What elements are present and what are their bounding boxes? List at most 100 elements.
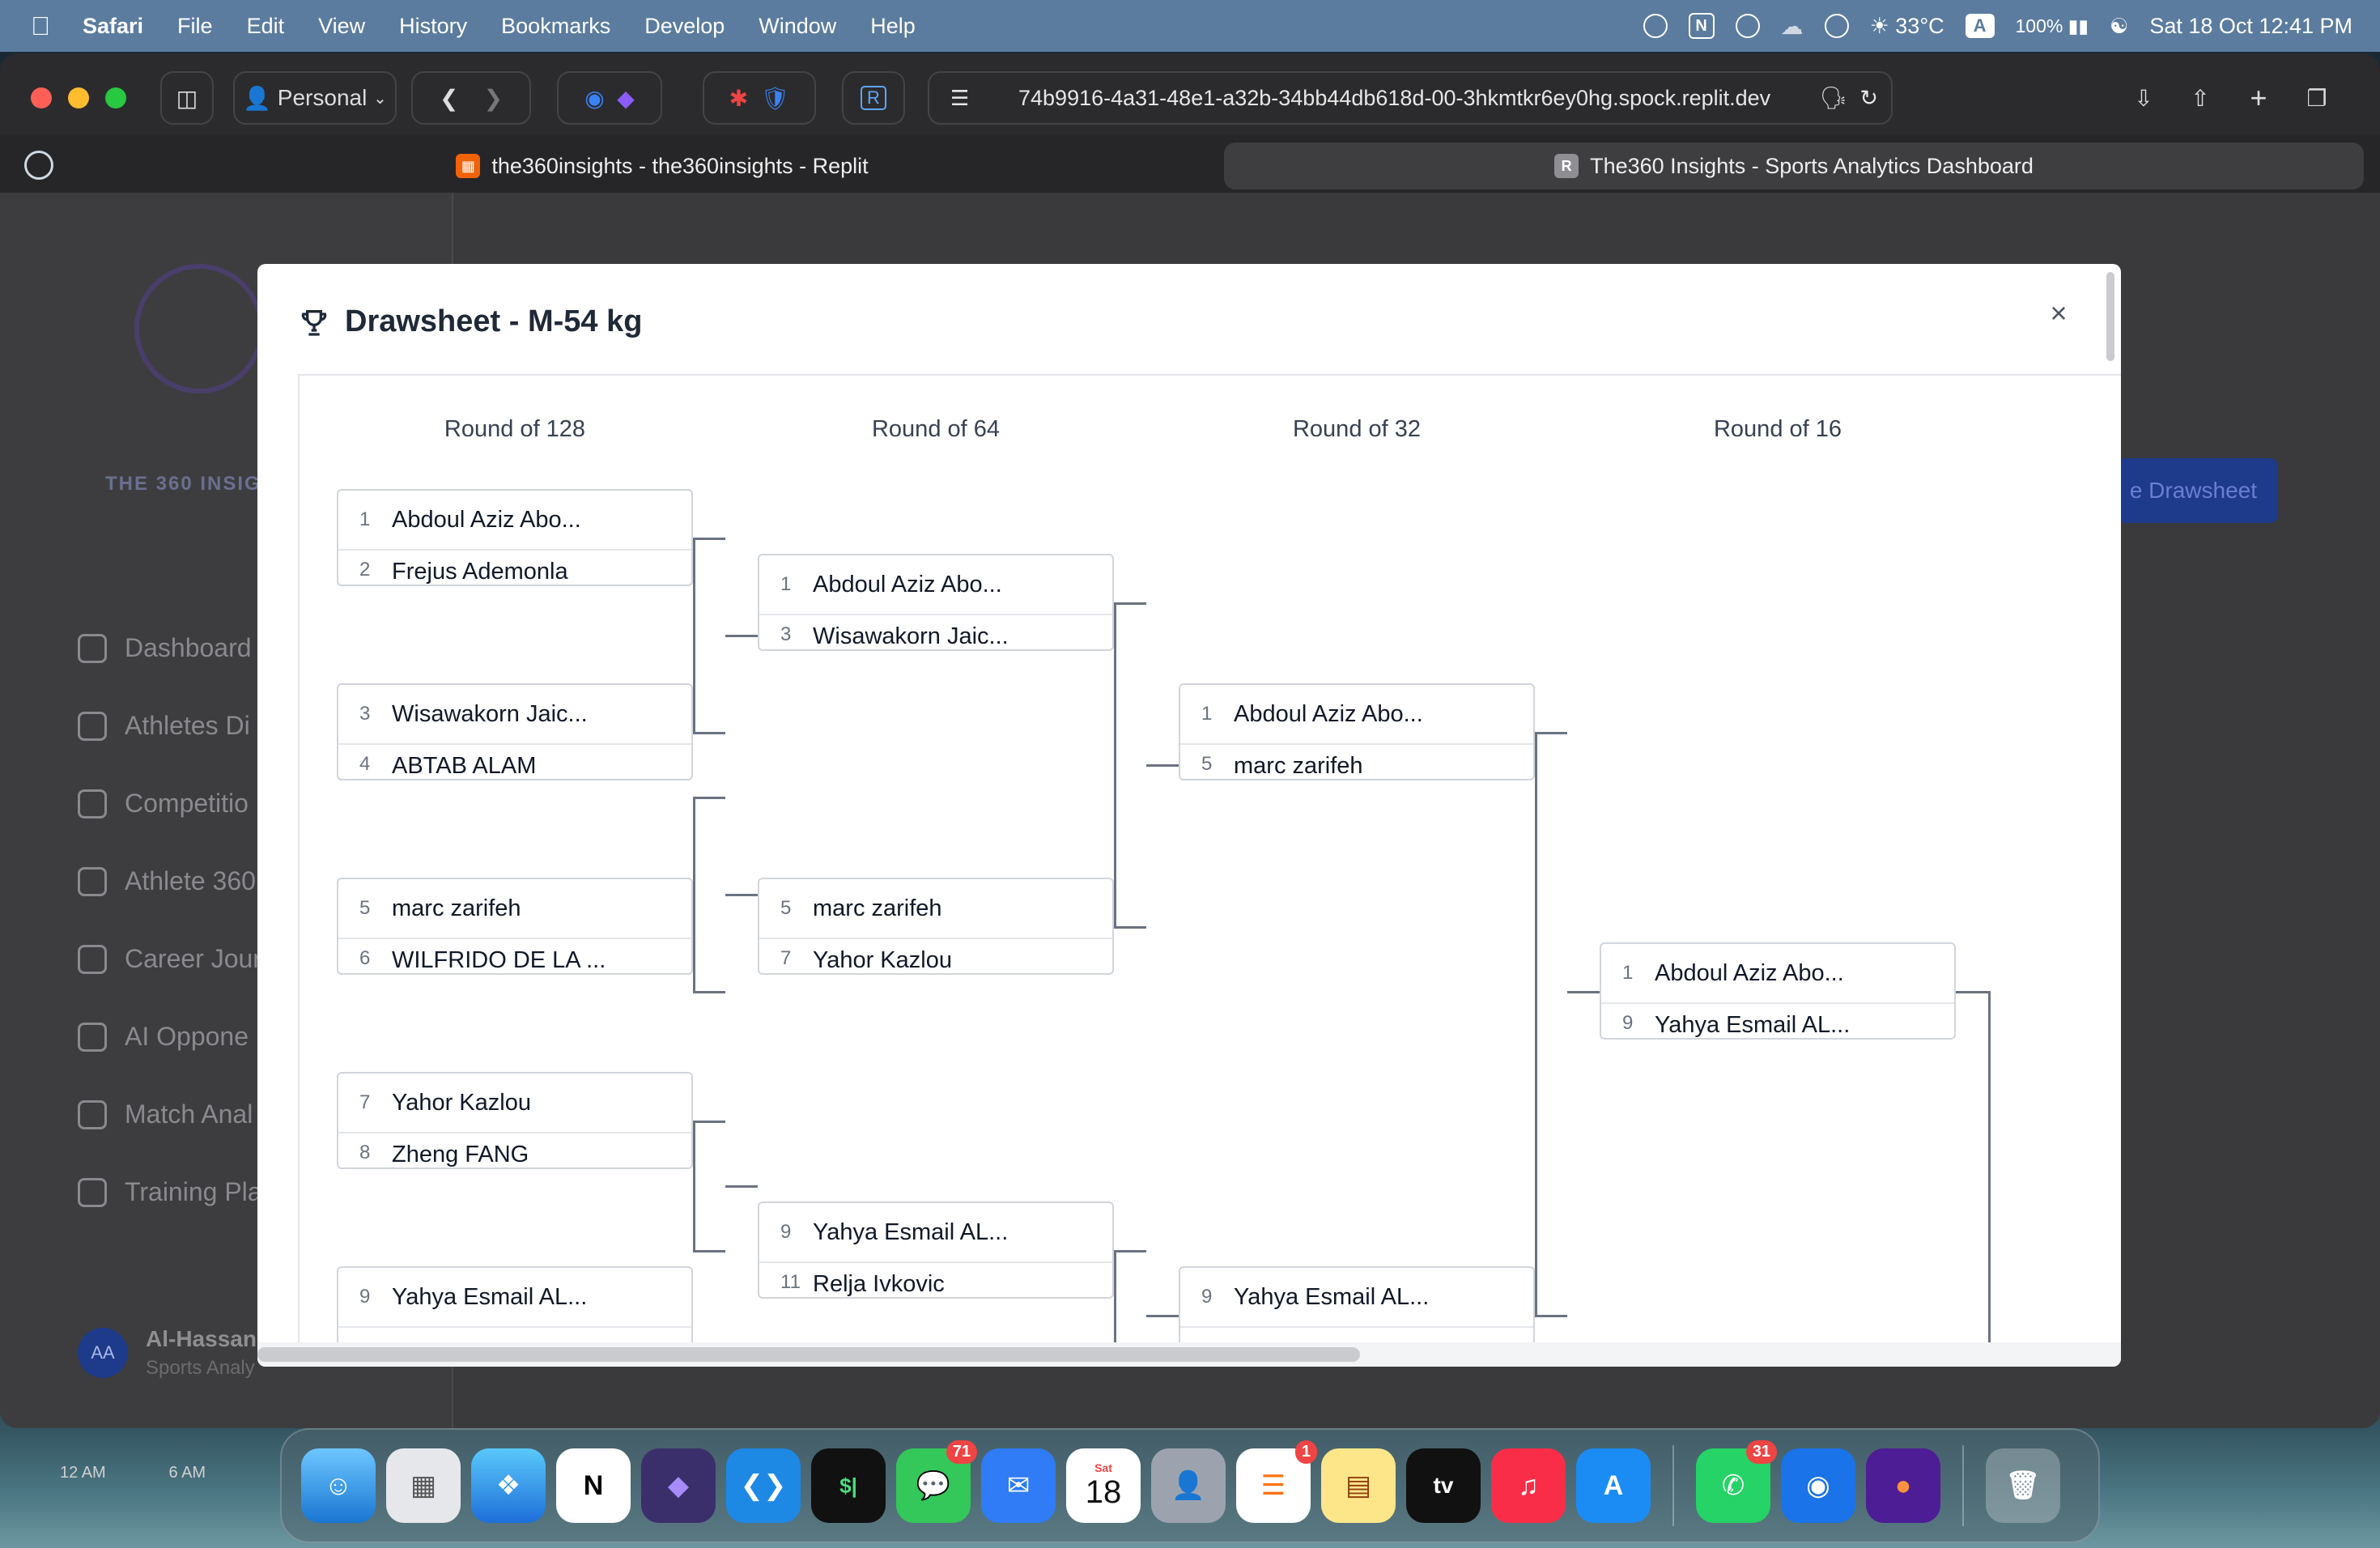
contacts-icon[interactable]: 👤	[1151, 1448, 1226, 1523]
music-icon[interactable]: ♫	[1491, 1448, 1566, 1523]
competitor-row[interactable]: 1 Abdoul Aziz Abo...	[759, 555, 1112, 615]
nav-competitions[interactable]: Competitio	[78, 789, 249, 819]
messages-icon[interactable]: 💬 71	[896, 1440, 977, 1523]
match-card[interactable]: 1 Abdoul Aziz Abo... 3 Wisawakorn Jaic..…	[758, 554, 1114, 651]
input-source-badge[interactable]: A	[1965, 14, 1995, 38]
r-extension-icon[interactable]: R	[842, 71, 905, 125]
match-card[interactable]: 1 Abdoul Aziz Abo... 5 marc zarifeh	[1179, 683, 1535, 780]
bug-extension-icon[interactable]: ✱	[729, 85, 748, 112]
competitor-row[interactable]: 2 Frejus Ademonla	[338, 551, 691, 586]
translate-icon[interactable]: 🗣	[1820, 85, 1847, 111]
competitor-row[interactable]: 5 marc zarifeh	[338, 879, 691, 939]
nav-training[interactable]: Training Pla	[78, 1177, 262, 1207]
trash-icon[interactable]: 🗑	[1986, 1448, 2060, 1523]
terminal-icon[interactable]: $|	[811, 1448, 886, 1523]
competitor-row[interactable]: 1 Abdoul Aziz Abo...	[338, 491, 691, 551]
tab-overview-icon[interactable]: ❐	[2294, 71, 2340, 125]
match-card[interactable]: 1 Abdoul Aziz Abo... 9 Yahya Esmail AL..…	[1600, 942, 1956, 1040]
firefox-icon[interactable]: ●	[1866, 1448, 1940, 1523]
tab-replit[interactable]: ▦ the360insights - the360insights - Repli…	[73, 142, 1252, 189]
scrollbar-thumb[interactable]	[257, 1347, 1360, 1362]
nav-ai-opponent[interactable]: AI Oppone	[78, 1022, 249, 1052]
competitor-row[interactable]: 5 marc zarifeh	[1180, 745, 1533, 780]
menu-develop[interactable]: Develop	[644, 14, 725, 39]
forward-icon[interactable]: ❯	[484, 85, 503, 112]
share-icon[interactable]: ⇧	[2178, 71, 2223, 125]
accessibility-icon[interactable]	[1643, 14, 1668, 38]
competitor-row[interactable]: 3 Wisawakorn Jaic...	[759, 615, 1112, 651]
new-tab-icon[interactable]: +	[2236, 71, 2281, 125]
reload-icon[interactable]: ↻	[1859, 86, 1878, 111]
competitor-row[interactable]: 3 Wisawakorn Jaic...	[338, 685, 691, 745]
tab-group-icon[interactable]	[24, 151, 53, 180]
match-card[interactable]: 7 Yahor Kazlou 8 Zheng FANG	[337, 1072, 693, 1169]
finder-icon[interactable]: ☺	[301, 1448, 376, 1523]
calendar-icon[interactable]: Sat 18	[1066, 1448, 1141, 1523]
competitor-row[interactable]: 9 Yahya Esmail AL...	[1601, 1004, 1954, 1040]
competitor-row[interactable]: 1 Abdoul Aziz Abo...	[1180, 685, 1533, 745]
menu-view[interactable]: View	[318, 14, 365, 39]
menu-file[interactable]: File	[177, 14, 213, 39]
vscode-icon[interactable]: ❮❯	[726, 1448, 801, 1523]
menu-window[interactable]: Window	[759, 14, 836, 39]
profile-button[interactable]: 👤 Personal ⌄	[233, 71, 397, 125]
notion-icon[interactable]: N	[1688, 13, 1715, 39]
minimize-window-button[interactable]	[68, 87, 89, 108]
reminders-icon[interactable]: ☰ 1	[1236, 1440, 1317, 1523]
competitor-row[interactable]: 7 Yahor Kazlou	[338, 1074, 691, 1133]
zoom-window-button[interactable]	[105, 87, 126, 108]
competitor-row[interactable]: 9 Yahya Esmail AL...	[1180, 1268, 1533, 1328]
match-card[interactable]: 5 marc zarifeh 6 WILFRIDO DE LA ...	[337, 878, 693, 975]
cloud-icon[interactable]: ☁	[1781, 13, 1804, 40]
play-icon[interactable]	[1824, 14, 1849, 38]
vertical-scrollbar[interactable]	[2106, 272, 2114, 361]
competitor-row[interactable]: 4 ABTAB ALAM	[338, 745, 691, 780]
control-center-icon[interactable]: ☯	[2110, 14, 2128, 39]
tab-dashboard[interactable]: R The360 Insights - Sports Analytics Dash…	[1224, 142, 2364, 189]
match-card[interactable]: 1 Abdoul Aziz Abo... 2 Frejus Ademonla	[337, 489, 693, 586]
whatsapp-icon[interactable]: ✆ 31	[1696, 1440, 1777, 1523]
competitor-row[interactable]: 11 Relja Ivkovic	[759, 1263, 1112, 1299]
nav-athletes[interactable]: Athletes Di	[78, 711, 250, 741]
shield-extension-icon[interactable]: 🛡	[761, 85, 790, 112]
weather-widget[interactable]: ☀ 33°C	[1870, 14, 1944, 39]
sidebar-toggle-icon[interactable]: ◫	[160, 71, 214, 125]
menu-history[interactable]: History	[399, 14, 467, 39]
competitor-row[interactable]: 9 Yahya Esmail AL...	[338, 1268, 691, 1328]
back-icon[interactable]: ❮	[440, 85, 458, 112]
competitor-row[interactable]: 9 Yahya Esmail AL...	[759, 1203, 1112, 1263]
mail-icon[interactable]: ✉	[981, 1448, 1056, 1523]
obsidian-extension-icon[interactable]: ◆	[617, 85, 635, 112]
nav-athlete-360[interactable]: Athlete 360	[78, 866, 256, 896]
match-card[interactable]: 5 marc zarifeh 7 Yahor Kazlou	[758, 878, 1114, 975]
onepassword-icon[interactable]: ◉	[1781, 1448, 1855, 1523]
competitor-row[interactable]: 8 Zheng FANG	[338, 1133, 691, 1169]
competitor-row[interactable]: 1 Abdoul Aziz Abo...	[1601, 944, 1954, 1004]
notion-icon[interactable]: N	[556, 1448, 631, 1523]
battery-status[interactable]: 100% ▮▮	[2016, 15, 2089, 37]
close-modal-button[interactable]: ×	[2038, 293, 2079, 334]
clock[interactable]: Sat 18 Oct 12:41 PM	[2149, 14, 2352, 39]
obsidian-icon[interactable]: ◆	[641, 1448, 716, 1523]
competitor-row[interactable]: 7 Yahor Kazlou	[759, 939, 1112, 975]
safari-icon[interactable]: ❖	[471, 1448, 546, 1523]
app-store-icon[interactable]: A	[1576, 1448, 1651, 1523]
menu-app-name[interactable]: Safari	[83, 14, 143, 39]
menu-bookmarks[interactable]: Bookmarks	[501, 14, 610, 39]
launchpad-icon[interactable]: ▦	[386, 1448, 461, 1523]
circle-status-icon[interactable]	[1735, 14, 1760, 38]
match-card[interactable]: 9 Yahya Esmail AL... 11 Relja Ivkovic	[758, 1201, 1114, 1299]
apple-icon[interactable]: 	[31, 11, 58, 41]
nav-match-analysis[interactable]: Match Anal	[78, 1099, 253, 1129]
competitor-row[interactable]: 5 marc zarifeh	[759, 879, 1112, 939]
address-bar[interactable]: ☰ 74b9916-4a31-48e1-a32b-34bb44db618d-00…	[928, 71, 1893, 125]
notes-icon[interactable]: ▤	[1321, 1448, 1396, 1523]
horizontal-scrollbar[interactable]	[257, 1342, 2121, 1367]
user-profile[interactable]: AA Al-Hassan Sports Analy	[78, 1326, 257, 1380]
match-card[interactable]: 3 Wisawakorn Jaic... 4 ABTAB ALAM	[337, 683, 693, 780]
menu-help[interactable]: Help	[870, 14, 916, 39]
menu-edit[interactable]: Edit	[247, 14, 285, 39]
nav-dashboard[interactable]: Dashboard	[78, 633, 252, 663]
downloads-icon[interactable]: ⇩	[2121, 71, 2166, 125]
competitor-row[interactable]: 6 WILFRIDO DE LA ...	[338, 939, 691, 975]
